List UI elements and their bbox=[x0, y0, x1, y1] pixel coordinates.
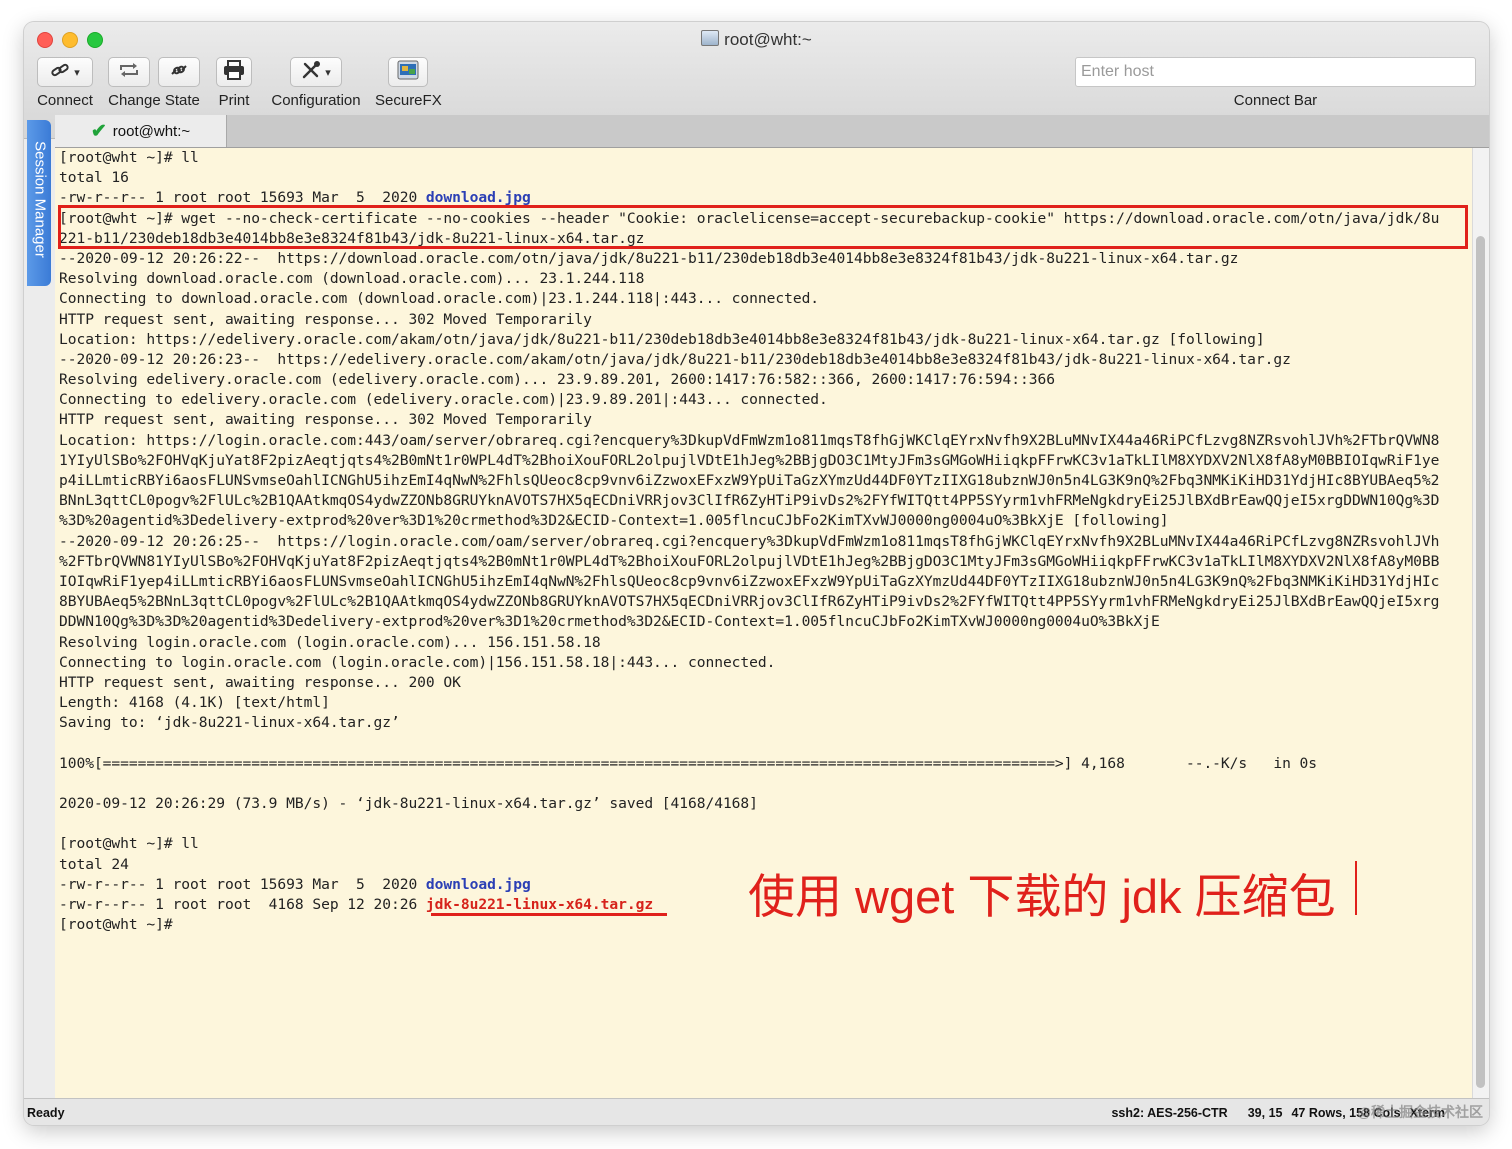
status-cipher: ssh2: AES-256-CTR bbox=[1111, 1106, 1228, 1120]
reconnect-icon bbox=[118, 62, 140, 83]
terminal-line-text: -rw-r--r-- 1 root root 15693 Mar 5 2020 bbox=[59, 189, 426, 207]
terminal-line: %2FTbrQVWN81YIyUlSBo%2FOHVqKjuYat8F2pizA… bbox=[59, 552, 1440, 570]
chevron-down-icon: ▾ bbox=[74, 66, 80, 79]
session-manager-tab[interactable]: Session Manager bbox=[27, 120, 51, 286]
terminal-line: [root@wht ~]# ll bbox=[59, 835, 199, 853]
terminal-scrollbar[interactable] bbox=[1472, 148, 1489, 1098]
connect-bar-label: Connect Bar bbox=[1233, 92, 1318, 109]
disconnect-button[interactable] bbox=[158, 57, 200, 87]
terminal-line-text: -rw-r--r-- 1 root root 15693 Mar 5 2020 bbox=[59, 875, 426, 893]
session-manager-label: Session Manager bbox=[31, 141, 49, 258]
jdk-file-underline bbox=[431, 913, 667, 916]
window-title: root@wht:~ bbox=[24, 30, 1489, 50]
terminal-line: BNnL3qttCL0pogv%2FlULc%2B1QAAtkmqOS4ydwZ… bbox=[59, 492, 1440, 510]
watermark-text: @稀土掘金技术社区 bbox=[1357, 1104, 1483, 1120]
terminal-line: IOIqwRiF1yep4iLLmticRBYi6aosFLUNSvmseOah… bbox=[59, 572, 1440, 590]
configuration-label: Configuration bbox=[271, 92, 361, 109]
terminal-line: DDWN10Qg%3D%3D%20agentid%3Dedelivery-ext… bbox=[59, 613, 1160, 631]
terminal-line: Location: https://login.oracle.com:443/o… bbox=[59, 431, 1440, 449]
terminal-line: %3D%20agentid%3Dedelivery-extprod%20ver%… bbox=[59, 512, 1169, 530]
configuration-button[interactable]: ▾ bbox=[290, 57, 342, 87]
securefx-label: SecureFX bbox=[375, 92, 442, 109]
change-state-label: Change State bbox=[108, 92, 200, 109]
print-tool[interactable]: Print bbox=[215, 57, 253, 109]
terminal-line-text: -rw-r--r-- 1 root root 4168 Sep 12 20:26 bbox=[59, 895, 426, 913]
terminal-line: Resolving login.oracle.com (login.oracle… bbox=[59, 633, 601, 651]
host-input[interactable] bbox=[1075, 57, 1476, 87]
terminal-line: Connecting to download.oracle.com (downl… bbox=[59, 290, 820, 308]
securefx-tool[interactable]: SecureFX bbox=[375, 57, 442, 109]
terminal-line: Location: https://edelivery.oracle.com/a… bbox=[59, 330, 1265, 348]
terminal-line: Connecting to login.oracle.com (login.or… bbox=[59, 653, 776, 671]
terminal-line: total 16 bbox=[59, 169, 129, 187]
file-download-jpg: download.jpg bbox=[425, 875, 531, 893]
terminal-line: Connecting to edelivery.oracle.com (edel… bbox=[59, 391, 828, 409]
connect-label: Connect bbox=[37, 92, 93, 109]
status-ready: Ready bbox=[27, 1106, 65, 1120]
terminal-line: p4iLLmticRBYi6aosFLUNSvmseOahlICNGhU5ihz… bbox=[59, 472, 1440, 489]
connect-tool[interactable]: ▾ Connect bbox=[36, 57, 94, 109]
broken-link-icon bbox=[169, 62, 189, 83]
print-button[interactable] bbox=[216, 57, 252, 87]
connect-button[interactable]: ▾ bbox=[37, 57, 93, 87]
file-download-jpg: download.jpg bbox=[425, 189, 531, 207]
link-icon bbox=[50, 62, 70, 83]
terminal-line: [root@wht ~]# ll bbox=[59, 149, 199, 166]
change-state-buttons bbox=[106, 57, 202, 87]
terminal-lines: [root@wht ~]# ll total 16 -rw-r--r-- 1 r… bbox=[59, 148, 1469, 935]
terminal-line: [root@wht ~]# wget --no-check-certificat… bbox=[59, 209, 1440, 227]
terminal-line: HTTP request sent, awaiting response... … bbox=[59, 310, 592, 328]
terminal-line: --2020-09-12 20:26:25-- https://login.or… bbox=[59, 532, 1440, 550]
text-caret bbox=[1355, 861, 1357, 915]
terminal-line: HTTP request sent, awaiting response... … bbox=[59, 411, 592, 429]
print-label: Print bbox=[218, 92, 250, 109]
terminal-line: Length: 4168 (4.1K) [text/html] bbox=[59, 694, 330, 712]
session-tab-bar: ✔ root@wht:~ bbox=[55, 115, 1489, 148]
terminal-line: 1YIyUlSBo%2FOHVqKjuYat8F2pizAeqtjqts4%2B… bbox=[59, 451, 1440, 469]
reconnect-button[interactable] bbox=[108, 57, 150, 87]
tab-label: root@wht:~ bbox=[112, 122, 191, 140]
connected-check-icon: ✔ bbox=[90, 120, 107, 142]
terminal-icon bbox=[701, 30, 720, 46]
terminal-line: Resolving edelivery.oracle.com (edeliver… bbox=[59, 371, 1055, 389]
progress-line: 100%[===================================… bbox=[59, 754, 1318, 772]
terminal-line: HTTP request sent, awaiting response... … bbox=[59, 673, 461, 691]
terminal-line: --2020-09-12 20:26:22-- https://download… bbox=[59, 249, 1239, 267]
configuration-tool[interactable]: ▾ Configuration bbox=[269, 57, 363, 109]
tools-icon bbox=[301, 60, 321, 84]
terminal-line: Saving to: ‘jdk-8u221-linux-x64.tar.gz’ bbox=[59, 714, 400, 732]
status-cursor: 39, 15 bbox=[1247, 1106, 1283, 1120]
scrollbar-thumb[interactable] bbox=[1476, 236, 1485, 1088]
change-state-tool[interactable]: Change State bbox=[106, 57, 202, 109]
status-bar: Ready ssh2: AES-256-CTR 39, 15 47 Rows, … bbox=[24, 1098, 1489, 1125]
chevron-down-icon: ▾ bbox=[325, 66, 331, 79]
terminal-line: --2020-09-12 20:26:23-- https://edeliver… bbox=[59, 350, 1291, 368]
terminal-line: 221-b11/230deb18db3e4014bb8e3e8324f81b43… bbox=[59, 229, 645, 247]
terminal-line: 8BYUBAeq5%2BNnL3qttCL0pogv%2FlULc%2B1QAA… bbox=[59, 593, 1440, 611]
annotation-text: 使用 wget 下载的 jdk 压缩包 bbox=[748, 870, 1336, 923]
terminal-line: 2020-09-12 20:26:29 (73.9 MB/s) - ‘jdk-8… bbox=[59, 795, 758, 812]
file-jdk-archive: jdk-8u221-linux-x64.tar.gz bbox=[425, 895, 654, 913]
printer-icon bbox=[223, 59, 245, 85]
terminal-output[interactable]: [root@wht ~]# ll total 16 -rw-r--r-- 1 r… bbox=[55, 148, 1472, 1098]
securefx-button[interactable] bbox=[388, 57, 428, 87]
securefx-icon bbox=[397, 60, 419, 85]
terminal-line: -rw-r--r-- 1 root root 15693 Mar 5 2020 … bbox=[59, 188, 1469, 208]
securecrt-window: root@wht:~ ▾ Connect Change State Print … bbox=[24, 22, 1489, 1125]
terminal-line: Resolving download.oracle.com (download.… bbox=[59, 270, 645, 288]
tab-root-wht[interactable]: ✔ root@wht:~ bbox=[55, 115, 227, 147]
